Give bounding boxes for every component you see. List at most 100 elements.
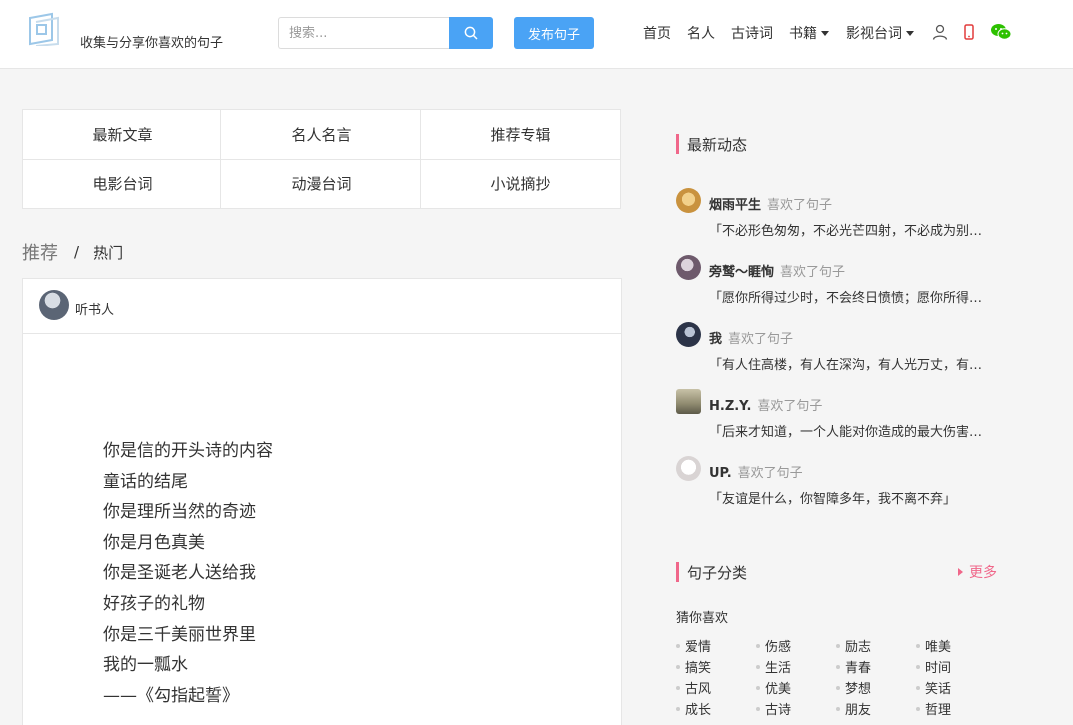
- feed-quote[interactable]: 「不必形色匆匆，不必光芒四射，不必成为别人眼中的谁」: [709, 220, 994, 239]
- tag-item[interactable]: 伤感: [756, 636, 791, 655]
- category-famous-quotes[interactable]: 名人名言: [222, 110, 421, 159]
- chevron-down-icon: [821, 30, 829, 36]
- feed-user: H.Z.Y. 喜欢了句子: [709, 395, 822, 414]
- tag-item[interactable]: 励志: [836, 636, 871, 655]
- poem-line: 你是月色真美: [103, 532, 205, 553]
- poem-line: 好孩子的礼物: [103, 593, 205, 614]
- nav-books[interactable]: 书籍: [789, 24, 829, 42]
- avatar[interactable]: [676, 322, 701, 347]
- tag-label: 成长: [685, 703, 712, 718]
- tag-label: 伤感: [765, 640, 792, 655]
- sentence-card: 听书人 你是信的开头诗的内容 童话的结尾 你是理所当然的奇迹 你是月色真美 你是…: [22, 278, 622, 725]
- tag-item[interactable]: 优美: [756, 678, 791, 697]
- feed-action: 喜欢了句子: [728, 332, 794, 347]
- nav-home-label: 首页: [643, 26, 671, 42]
- nav-film-lines-label: 影视台词: [846, 26, 902, 42]
- category-latest-articles[interactable]: 最新文章: [23, 110, 222, 159]
- tag-label: 笑话: [925, 682, 952, 697]
- bullet-icon: [676, 643, 680, 648]
- tag-item[interactable]: 古诗: [756, 699, 791, 718]
- bullet-icon: [676, 685, 680, 690]
- tag-item[interactable]: 笑话: [916, 678, 951, 697]
- feed-quote[interactable]: 「有人住高楼，有人在深沟，有人光万丈，有人一身锈」: [709, 354, 994, 373]
- section-title-text: 句子分类: [687, 563, 748, 582]
- tag-item[interactable]: 梦想: [836, 678, 871, 697]
- tag-item[interactable]: 生活: [756, 657, 791, 676]
- nav-celebrities[interactable]: 名人: [687, 24, 715, 42]
- nav-celebrities-label: 名人: [687, 26, 715, 42]
- feed-tabs: 推荐 / 热门: [22, 239, 123, 265]
- search-button[interactable]: [449, 17, 493, 49]
- tag-label: 梦想: [845, 682, 872, 697]
- category-anime-lines[interactable]: 动漫台词: [222, 159, 421, 208]
- feed-username[interactable]: UP.: [709, 466, 732, 481]
- publish-sentence-button[interactable]: 发布句子: [514, 17, 594, 49]
- avatar[interactable]: [676, 255, 701, 280]
- user-icon[interactable]: [930, 22, 950, 42]
- bullet-icon: [756, 706, 760, 711]
- accent-bar: [676, 562, 679, 582]
- poem-content[interactable]: 你是信的开头诗的内容 童话的结尾 你是理所当然的奇迹 你是月色真美 你是圣诞老人…: [103, 436, 583, 711]
- feed-item: 我喜欢了句子 「有人住高楼，有人在深沟，有人光万丈，有人一身锈」: [676, 322, 996, 382]
- feed-action: 喜欢了句子: [737, 466, 803, 481]
- poem-line: 我的一瓢水: [103, 655, 188, 676]
- feed-item: 烟雨平生喜欢了句子 「不必形色匆匆，不必光芒四射，不必成为别人眼中的谁」: [676, 188, 996, 248]
- tag-label: 优美: [765, 682, 792, 697]
- bullet-icon: [676, 664, 680, 669]
- bullet-icon: [756, 643, 760, 648]
- site-logo-icon[interactable]: [28, 12, 62, 47]
- feed-item: H.Z.Y. 喜欢了句子 「后来才知道，一个人能对你造成的最大伤害，是离开」: [676, 389, 996, 449]
- poem-source: ——《勾指起誓》: [103, 685, 239, 706]
- bullet-icon: [916, 685, 920, 690]
- nav-home[interactable]: 首页: [643, 24, 671, 42]
- search-box: [278, 17, 493, 49]
- tag-label: 青春: [845, 661, 872, 676]
- tag-item[interactable]: 哲理: [916, 699, 951, 718]
- card-author-name[interactable]: 听书人: [75, 299, 114, 318]
- tab-separator: /: [74, 243, 80, 261]
- tag-item[interactable]: 青春: [836, 657, 871, 676]
- feed-username[interactable]: 烟雨平生: [709, 198, 761, 213]
- category-novel-excerpts[interactable]: 小说摘抄: [421, 159, 620, 208]
- avatar[interactable]: [39, 290, 69, 320]
- tag-item[interactable]: 爱情: [676, 636, 711, 655]
- tag-item[interactable]: 时间: [916, 657, 951, 676]
- tag-label: 古风: [685, 682, 712, 697]
- category-featured-albums[interactable]: 推荐专辑: [421, 110, 620, 159]
- avatar[interactable]: [676, 456, 701, 481]
- card-header: 听书人: [23, 279, 621, 334]
- feed-action: 喜欢了句子: [757, 399, 823, 414]
- feed-username[interactable]: 我: [709, 332, 722, 347]
- search-input[interactable]: [278, 17, 450, 49]
- nav-film-lines[interactable]: 影视台词: [846, 24, 914, 42]
- feed-item: 旁鹫～睚恂喜欢了句子 「愿你所得过少时，不会终日愤愤；愿你所得过多时，不必终日惶…: [676, 255, 996, 315]
- search-icon: [464, 26, 478, 40]
- caret-right-icon: [958, 568, 963, 576]
- category-movie-lines[interactable]: 电影台词: [23, 159, 222, 208]
- tab-recommend[interactable]: 推荐: [22, 239, 58, 265]
- tag-item[interactable]: 唯美: [916, 636, 951, 655]
- nav-poetry[interactable]: 古诗词: [731, 24, 773, 42]
- nav-poetry-label: 古诗词: [731, 26, 773, 42]
- phone-icon[interactable]: [959, 22, 979, 42]
- tag-label: 古诗: [765, 703, 792, 718]
- avatar[interactable]: [676, 188, 701, 213]
- tab-hot[interactable]: 热门: [93, 242, 123, 263]
- feed-quote[interactable]: 「愿你所得过少时，不会终日愤愤；愿你所得过多时，不必终日惶恐」: [709, 287, 994, 306]
- feed-quote[interactable]: 「友谊是什么，你智障多年，我不离不弃」: [709, 488, 994, 507]
- feed-username[interactable]: H.Z.Y.: [709, 399, 751, 414]
- avatar[interactable]: [676, 389, 701, 414]
- feed-quote[interactable]: 「后来才知道，一个人能对你造成的最大伤害，是离开」: [709, 421, 994, 440]
- more-link[interactable]: 更多: [958, 562, 997, 582]
- tag-item[interactable]: 古风: [676, 678, 711, 697]
- tag-label: 励志: [845, 640, 872, 655]
- site-slogan: 收集与分享你喜欢的句子: [80, 36, 224, 51]
- tag-item[interactable]: 成长: [676, 699, 711, 718]
- tag-label: 时间: [925, 661, 952, 676]
- wechat-icon[interactable]: [989, 22, 1013, 42]
- feed-user: UP. 喜欢了句子: [709, 462, 803, 481]
- tag-item[interactable]: 朋友: [836, 699, 871, 718]
- section-title-text: 最新动态: [687, 135, 748, 154]
- tag-item[interactable]: 搞笑: [676, 657, 711, 676]
- feed-username[interactable]: 旁鹫～睚恂: [709, 265, 774, 280]
